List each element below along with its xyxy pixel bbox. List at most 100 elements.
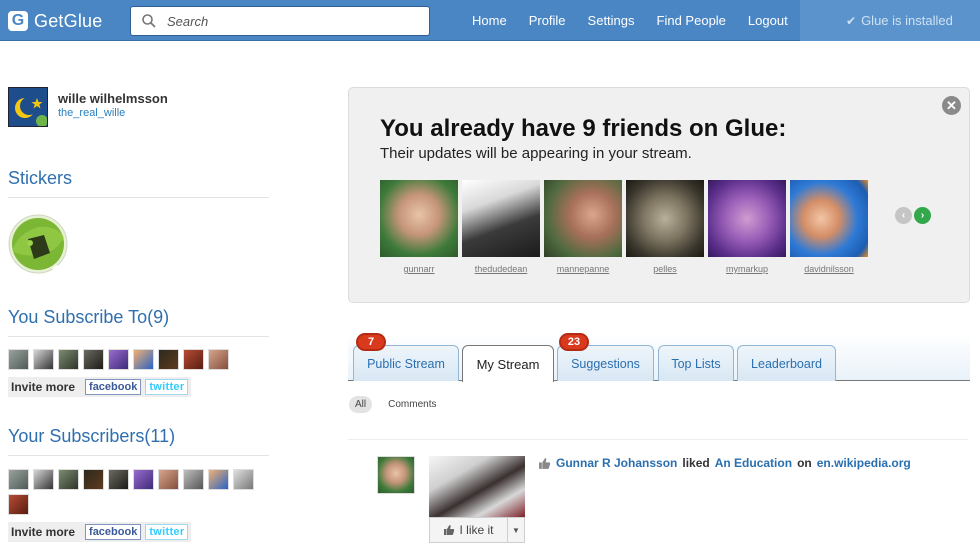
friend-photo[interactable] bbox=[544, 180, 622, 257]
tab-my-stream[interactable]: My Stream bbox=[462, 345, 554, 382]
subscriber-avatar[interactable] bbox=[208, 469, 229, 490]
subscription-avatar[interactable] bbox=[158, 349, 179, 370]
moon-star-icon bbox=[9, 88, 47, 126]
subscription-avatar[interactable] bbox=[133, 349, 154, 370]
search-box[interactable] bbox=[130, 6, 430, 36]
subscriber-avatar[interactable] bbox=[8, 469, 29, 490]
friend-name[interactable]: gunnarr bbox=[380, 264, 458, 274]
stream-source-link[interactable]: en.wikipedia.org bbox=[817, 456, 911, 470]
nav-settings[interactable]: Settings bbox=[588, 13, 635, 28]
friend-name[interactable]: mymarkup bbox=[708, 264, 786, 274]
nav-home[interactable]: Home bbox=[472, 13, 507, 28]
subscribers-heading[interactable]: Your Subscribers(11) bbox=[8, 426, 269, 456]
stream-item-image[interactable] bbox=[429, 456, 525, 518]
subscriber-avatar[interactable] bbox=[83, 469, 104, 490]
subscriber-avatar[interactable] bbox=[58, 469, 79, 490]
subscriber-avatar[interactable] bbox=[8, 494, 29, 515]
tab-label: Top Lists bbox=[671, 356, 721, 371]
subscriber-avatar[interactable] bbox=[108, 469, 129, 490]
profile-name[interactable]: wille wilhelmsson bbox=[58, 91, 168, 106]
subscriber-avatar[interactable] bbox=[183, 469, 204, 490]
search-icon bbox=[142, 14, 156, 28]
nav-profile[interactable]: Profile bbox=[529, 13, 566, 28]
subscription-avatar[interactable] bbox=[183, 349, 204, 370]
subscriber-avatar[interactable] bbox=[133, 469, 154, 490]
close-icon[interactable]: ✕ bbox=[942, 96, 961, 115]
subscription-avatar[interactable] bbox=[208, 349, 229, 370]
friend-card[interactable]: mymarkup bbox=[708, 180, 786, 274]
friend-photo[interactable] bbox=[462, 180, 540, 257]
nav-find-people[interactable]: Find People bbox=[657, 13, 726, 28]
twitter-invite-button[interactable]: twitter bbox=[145, 379, 189, 395]
subscriptions-avatars bbox=[8, 349, 268, 370]
friend-card[interactable]: gunnarr bbox=[380, 180, 458, 274]
stream-tabs: Public Stream 7 My Stream Suggestions 23… bbox=[348, 333, 970, 382]
search-input[interactable] bbox=[167, 13, 407, 29]
stream-filters: All Comments bbox=[349, 396, 442, 413]
subscribers-avatars bbox=[8, 469, 268, 515]
chevron-down-icon[interactable]: ▼ bbox=[508, 526, 524, 535]
tab-leaderboard[interactable]: Leaderboard bbox=[737, 345, 836, 381]
friend-photo[interactable] bbox=[790, 180, 868, 257]
profile-handle[interactable]: the_real_wille bbox=[58, 107, 168, 119]
tab-label: Public Stream bbox=[367, 356, 445, 371]
stickers-heading[interactable]: Stickers bbox=[8, 168, 269, 198]
friend-photo[interactable] bbox=[380, 180, 458, 257]
friend-card[interactable]: pelles bbox=[626, 180, 704, 274]
installed-status: ✔ Glue is installed bbox=[800, 0, 980, 41]
friend-name[interactable]: davidnilsson bbox=[790, 264, 868, 274]
stream-preposition: on bbox=[797, 456, 812, 470]
logo[interactable]: G GetGlue bbox=[8, 9, 102, 33]
friends-pager: ‹ › bbox=[895, 207, 931, 224]
friend-card[interactable]: davidnilsson bbox=[790, 180, 868, 274]
tab-label: My Stream bbox=[476, 356, 540, 372]
stream-user-link[interactable]: Gunnar R Johansson bbox=[556, 456, 677, 470]
friend-card[interactable]: mannepanne bbox=[544, 180, 622, 274]
notification-badge: 7 bbox=[356, 333, 386, 351]
logo-icon: G bbox=[8, 11, 28, 31]
invite-label: Invite more bbox=[11, 380, 76, 394]
like-button[interactable]: I like it ▼ bbox=[429, 517, 525, 543]
like-main[interactable]: I like it bbox=[430, 518, 508, 542]
facebook-invite-button[interactable]: facebook bbox=[85, 524, 142, 540]
friend-name[interactable]: pelles bbox=[626, 264, 704, 274]
filter-comments[interactable]: Comments bbox=[382, 396, 442, 413]
subscription-avatar[interactable] bbox=[83, 349, 104, 370]
friend-name[interactable]: thedudedean bbox=[462, 264, 540, 274]
tab-label: Leaderboard bbox=[751, 356, 822, 371]
arrow-left-icon[interactable]: ‹ bbox=[895, 207, 912, 224]
stream-user-avatar[interactable] bbox=[377, 456, 415, 494]
friends-panel-title: You already have 9 friends on Glue: bbox=[380, 115, 787, 142]
subscriptions-heading[interactable]: You Subscribe To(9) bbox=[8, 307, 269, 337]
subscription-avatar[interactable] bbox=[8, 349, 29, 370]
thumbs-up-icon bbox=[539, 457, 551, 469]
friend-photo[interactable] bbox=[626, 180, 704, 257]
sticker-badge-icon[interactable] bbox=[8, 213, 70, 275]
friend-photo[interactable] bbox=[708, 180, 786, 257]
invite-bar: Invite more facebook twitter bbox=[8, 377, 192, 397]
nav-logout[interactable]: Logout bbox=[748, 13, 788, 28]
friend-card[interactable]: thedudedean bbox=[462, 180, 540, 274]
filter-all[interactable]: All bbox=[349, 396, 373, 413]
tab-top-lists[interactable]: Top Lists bbox=[658, 345, 734, 381]
arrow-right-icon[interactable]: › bbox=[914, 207, 931, 224]
subscriber-avatar[interactable] bbox=[33, 469, 54, 490]
subscription-avatar[interactable] bbox=[33, 349, 54, 370]
friends-on-glue-panel: ✕ You already have 9 friends on Glue: Th… bbox=[348, 87, 970, 303]
avatar[interactable] bbox=[8, 87, 48, 127]
facebook-invite-button[interactable]: facebook bbox=[85, 379, 142, 395]
subscription-avatar[interactable] bbox=[58, 349, 79, 370]
top-navigation-bar: G GetGlue Home Profile Settings Find Peo… bbox=[0, 0, 980, 41]
twitter-invite-button[interactable]: twitter bbox=[145, 524, 189, 540]
subscriber-avatar[interactable] bbox=[233, 469, 254, 490]
friend-name[interactable]: mannepanne bbox=[544, 264, 622, 274]
invite-bar: Invite more facebook twitter bbox=[8, 522, 192, 542]
subscription-avatar[interactable] bbox=[108, 349, 129, 370]
thumbs-up-icon bbox=[444, 525, 455, 535]
main-nav: Home Profile Settings Find People Logout bbox=[472, 0, 810, 41]
stream-object-link[interactable]: An Education bbox=[715, 456, 792, 470]
installed-text: Glue is installed bbox=[861, 13, 953, 28]
divider bbox=[348, 439, 968, 440]
notification-badge: 23 bbox=[559, 333, 589, 351]
subscriber-avatar[interactable] bbox=[158, 469, 179, 490]
